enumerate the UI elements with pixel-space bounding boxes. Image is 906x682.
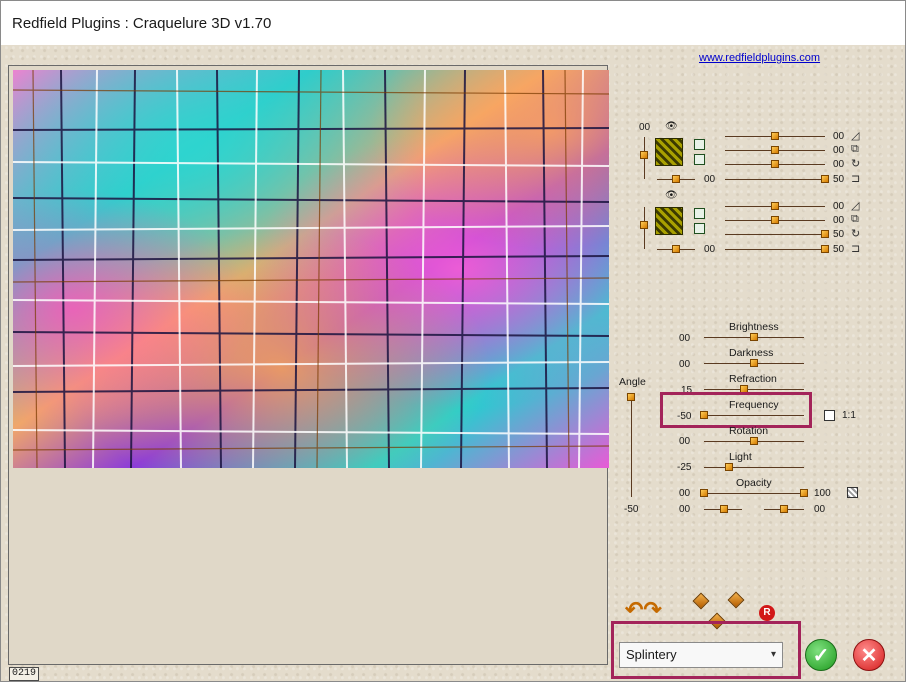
light-track xyxy=(704,467,804,468)
brightness-value: 00 xyxy=(679,333,691,344)
cancel-button[interactable]: ✕ xyxy=(853,639,885,671)
title-bar: Redfield Plugins : Craquelure 3D v1.70 xyxy=(1,1,905,45)
preview-texture xyxy=(13,70,609,468)
layer1-row4-right-track xyxy=(725,179,825,180)
darkness-label: Darkness xyxy=(729,347,774,359)
rotate-icon[interactable]: ↻ xyxy=(851,227,860,240)
reset-icon[interactable]: R xyxy=(759,605,775,621)
frequency-label: Frequency xyxy=(729,399,779,411)
layer2-row1-value: 00 xyxy=(833,201,845,212)
window-title: Redfield Plugins : Craquelure 3D v1.70 xyxy=(12,15,272,32)
chevron-down-icon: ▾ xyxy=(770,649,776,660)
last-row-right-knob[interactable] xyxy=(780,505,788,513)
layer1-vertical-knob[interactable] xyxy=(640,151,648,159)
rotate-icon[interactable]: ↻ xyxy=(851,157,860,170)
layer2-row4-left-knob[interactable] xyxy=(672,245,680,253)
last-row-value-right: 00 xyxy=(814,504,826,515)
frequency-knob[interactable] xyxy=(700,411,708,419)
darkness-value: 00 xyxy=(679,359,691,370)
layer2-row3-knob[interactable] xyxy=(821,230,829,238)
layer1-row4-right-knob[interactable] xyxy=(821,175,829,183)
layer2-row3-value: 50 xyxy=(833,229,845,240)
last-row-left-knob[interactable] xyxy=(720,505,728,513)
flip-icon[interactable]: ⊐ xyxy=(851,242,860,255)
frequency-track xyxy=(704,415,804,416)
preview-frame xyxy=(8,65,609,665)
opacity-value-right: 100 xyxy=(814,488,831,499)
angle-knob[interactable] xyxy=(627,393,635,401)
layer1-row3-value: 00 xyxy=(833,159,845,170)
last-row-value-left: 00 xyxy=(679,504,691,515)
brightness-label: Brightness xyxy=(729,321,779,333)
opacity-knob-left[interactable] xyxy=(700,489,708,497)
refraction-track xyxy=(704,389,804,390)
rotation-knob[interactable] xyxy=(750,437,758,445)
opacity-track xyxy=(704,493,804,494)
triangle-icon[interactable]: ◿ xyxy=(851,199,859,212)
frequency-value: -50 xyxy=(677,411,692,422)
darkness-knob[interactable] xyxy=(750,359,758,367)
layer1-row1-value: 00 xyxy=(833,131,845,142)
resize-icon[interactable]: ⧉ xyxy=(851,213,859,226)
triangle-icon[interactable]: ◿ xyxy=(851,129,859,142)
layer1-row3-knob[interactable] xyxy=(771,160,779,168)
layer2-row4-right-track xyxy=(725,249,825,250)
opacity-knob-right[interactable] xyxy=(800,489,808,497)
angle-value: -50 xyxy=(624,504,639,515)
preset-select[interactable]: Splintery ▾ xyxy=(619,642,783,668)
refraction-label: Refraction xyxy=(729,373,777,385)
angle-label: Angle xyxy=(619,376,646,388)
opacity-label: Opacity xyxy=(736,477,772,489)
layer2-row1-knob[interactable] xyxy=(771,202,779,210)
layer2-row4-left-value: 00 xyxy=(704,244,716,255)
ratio-checkbox[interactable] xyxy=(824,410,835,421)
randomize-arrows-icon[interactable]: ↶↷ xyxy=(625,597,662,623)
rotation-label: Rotation xyxy=(729,425,769,437)
opacity-value-left: 00 xyxy=(679,488,691,499)
transparency-icon[interactable] xyxy=(847,487,858,498)
layer2-bars-icon[interactable] xyxy=(694,223,705,234)
layer1-row2-knob[interactable] xyxy=(771,146,779,154)
ok-button[interactable]: ✓ xyxy=(805,639,837,671)
layer2-up-icon[interactable] xyxy=(694,208,705,219)
layer2-vertical-knob[interactable] xyxy=(640,221,648,229)
eye-icon[interactable]: 👁 xyxy=(665,190,678,201)
layer2-texture-button[interactable] xyxy=(655,207,683,235)
layer2-row2-value: 00 xyxy=(833,215,845,226)
layer2-row4-right-knob[interactable] xyxy=(821,245,829,253)
frame-counter: 0219 xyxy=(9,667,39,681)
layer1-row4-left-knob[interactable] xyxy=(672,175,680,183)
plugin-window: Redfield Plugins : Craquelure 3D v1.70 0… xyxy=(0,0,906,682)
layer2-row4-right-value: 50 xyxy=(833,244,845,255)
flip-icon[interactable]: ⊐ xyxy=(851,172,860,185)
website-link[interactable]: www.redfieldplugins.com xyxy=(699,52,820,64)
light-value: -25 xyxy=(677,462,692,473)
light-label: Light xyxy=(729,451,752,463)
light-knob[interactable] xyxy=(725,463,733,471)
layer2-row2-knob[interactable] xyxy=(771,216,779,224)
angle-track xyxy=(631,393,632,497)
resize-icon[interactable]: ⧉ xyxy=(851,143,859,156)
brightness-knob[interactable] xyxy=(750,333,758,341)
layer1-row4-right-value: 50 xyxy=(833,174,845,185)
client-area: 0219 www.redfieldplugins.com 00 👁 00 ◿ 0… xyxy=(5,45,903,681)
layer1-up-icon[interactable] xyxy=(694,139,705,150)
diamond-icon[interactable] xyxy=(727,591,745,609)
layer1-row1-knob[interactable] xyxy=(771,132,779,140)
layer1-bars-icon[interactable] xyxy=(694,154,705,165)
layer1-top-value: 00 xyxy=(639,122,651,133)
preview-image[interactable] xyxy=(13,70,609,468)
rotation-value: 00 xyxy=(679,436,691,447)
layer1-row2-value: 00 xyxy=(833,145,845,156)
layer1-texture-button[interactable] xyxy=(655,138,683,166)
ratio-label: 1:1 xyxy=(842,410,856,421)
diamond-icon[interactable] xyxy=(692,592,710,610)
layer2-row3-track xyxy=(725,234,825,235)
preset-selected-label: Splintery xyxy=(626,647,677,662)
eye-icon[interactable]: 👁 xyxy=(665,121,678,132)
layer1-row4-left-value: 00 xyxy=(704,174,716,185)
